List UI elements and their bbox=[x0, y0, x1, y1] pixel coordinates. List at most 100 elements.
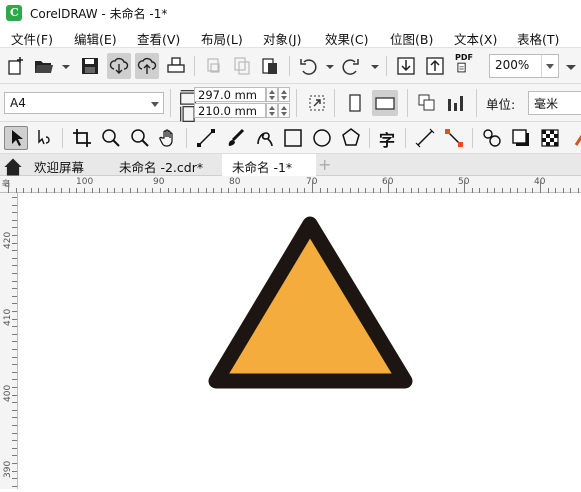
cloud-upload-icon[interactable] bbox=[135, 53, 159, 79]
import-icon[interactable] bbox=[395, 55, 417, 77]
current-page-icon[interactable] bbox=[445, 92, 467, 114]
ruler-tick bbox=[12, 455, 17, 457]
rectangle-tool-icon[interactable] bbox=[282, 127, 304, 149]
menu-view[interactable]: 查看(V) bbox=[137, 29, 180, 48]
ruler-tick bbox=[12, 311, 17, 312]
ruler-tick bbox=[12, 280, 17, 282]
copy-icon[interactable] bbox=[231, 55, 253, 77]
separator bbox=[186, 128, 187, 148]
drawing-surface bbox=[208, 216, 413, 389]
ruler-tick bbox=[12, 288, 17, 290]
document-tabs: 欢迎屏幕 未命名 -2.cdr* 未命名 -1* + bbox=[0, 154, 581, 176]
ruler-tick bbox=[12, 227, 17, 229]
menu-table[interactable]: 表格(T) bbox=[517, 29, 559, 48]
undo-dropdown-icon[interactable] bbox=[319, 55, 334, 77]
tab-label: 未命名 -2.cdr* bbox=[119, 160, 204, 175]
ruler-tick bbox=[12, 425, 17, 426]
pan-tool-icon[interactable] bbox=[157, 127, 179, 149]
export-icon[interactable] bbox=[424, 55, 446, 77]
open-folder-icon[interactable] bbox=[33, 55, 55, 77]
units-combo[interactable]: 毫米 bbox=[528, 91, 581, 115]
text-tool-icon[interactable]: 字 bbox=[377, 127, 399, 150]
save-icon[interactable] bbox=[79, 55, 101, 77]
undo-icon[interactable] bbox=[297, 55, 319, 77]
add-tab-icon[interactable]: + bbox=[318, 155, 331, 174]
page-size-combo[interactable]: A4 bbox=[4, 92, 164, 114]
separator bbox=[369, 128, 370, 148]
menu-object[interactable]: 对象(J) bbox=[263, 29, 301, 48]
spiral-tool-icon[interactable] bbox=[254, 127, 276, 149]
horizontal-ruler[interactable]: 亳 100 90 80 70 60 50 40 bbox=[0, 176, 581, 193]
separator bbox=[170, 89, 171, 117]
paste-icon[interactable] bbox=[259, 55, 281, 77]
shape-tool-icon[interactable] bbox=[34, 127, 56, 149]
width-spinner-alt[interactable] bbox=[278, 87, 290, 102]
tab-untitled-1[interactable]: 未命名 -1* bbox=[222, 154, 316, 176]
scale-page-icon[interactable] bbox=[306, 92, 328, 114]
portrait-icon[interactable] bbox=[344, 92, 366, 114]
connector-tool-icon[interactable] bbox=[443, 127, 465, 149]
eyedropper-tool-icon[interactable] bbox=[569, 127, 581, 149]
open-dropdown-icon[interactable] bbox=[55, 55, 70, 77]
ruler-tick bbox=[12, 432, 17, 434]
ellipse-tool-icon[interactable] bbox=[311, 127, 333, 149]
freehand-tool-icon[interactable] bbox=[195, 127, 217, 149]
zoom-level-combo[interactable]: 200% bbox=[489, 54, 559, 78]
height-spinner-alt[interactable] bbox=[278, 103, 290, 118]
blend-tool-icon[interactable] bbox=[481, 127, 503, 149]
dimension-tool-icon[interactable] bbox=[414, 127, 436, 149]
drawing-canvas[interactable] bbox=[18, 193, 581, 489]
ruler-tick bbox=[12, 326, 17, 328]
redo-icon[interactable] bbox=[340, 55, 362, 77]
new-document-icon[interactable] bbox=[5, 55, 27, 77]
width-spinner[interactable] bbox=[266, 87, 278, 102]
chevron-down-icon[interactable] bbox=[147, 93, 163, 113]
tab-welcome-screen[interactable]: 欢迎屏幕 bbox=[24, 154, 110, 176]
separator bbox=[289, 56, 290, 76]
print-icon[interactable] bbox=[165, 55, 187, 77]
separator bbox=[386, 56, 387, 76]
brush-tool-icon[interactable] bbox=[225, 127, 247, 149]
pick-tool-icon[interactable] bbox=[4, 126, 28, 150]
tab-untitled-2[interactable]: 未命名 -2.cdr* bbox=[110, 154, 220, 176]
crop-tool-icon[interactable] bbox=[71, 127, 93, 149]
ruler-tick bbox=[12, 409, 17, 411]
menu-bitmaps[interactable]: 位图(B) bbox=[390, 29, 433, 48]
menu-text[interactable]: 文本(X) bbox=[454, 29, 497, 48]
drop-shadow-tool-icon[interactable] bbox=[510, 127, 532, 149]
chevron-down-icon[interactable] bbox=[541, 55, 558, 77]
page-width-field[interactable]: 297.0 mm bbox=[194, 87, 266, 102]
transparency-tool-icon[interactable] bbox=[539, 127, 561, 149]
ruler-tick bbox=[12, 219, 17, 221]
menu-effects[interactable]: 效果(C) bbox=[325, 29, 368, 48]
ruler-tick bbox=[12, 295, 17, 297]
page-height-field[interactable]: 210.0 mm bbox=[194, 103, 266, 118]
zoom-dropdown-icon[interactable] bbox=[560, 55, 580, 77]
redo-dropdown-icon[interactable] bbox=[364, 55, 379, 77]
ruler-tick bbox=[12, 478, 17, 480]
landscape-icon[interactable] bbox=[372, 90, 398, 116]
height-spinner[interactable] bbox=[266, 103, 278, 118]
menu-file[interactable]: 文件(F) bbox=[11, 29, 53, 48]
menu-layout[interactable]: 布局(L) bbox=[201, 29, 243, 48]
ruler-tick bbox=[12, 318, 17, 320]
all-pages-icon[interactable] bbox=[416, 92, 438, 114]
home-icon[interactable] bbox=[2, 156, 22, 176]
triangle-shape[interactable] bbox=[208, 216, 413, 389]
polygon-tool-icon[interactable] bbox=[340, 127, 362, 149]
ruler-tick bbox=[12, 212, 17, 214]
cut-icon[interactable] bbox=[203, 55, 225, 77]
zoom-tool-icon[interactable] bbox=[100, 127, 122, 149]
page-height-icon bbox=[177, 103, 195, 122]
window-title: CorelDRAW - 未命名 -1* bbox=[30, 7, 168, 21]
standard-toolbar: PDF 200% bbox=[0, 48, 581, 84]
vertical-ruler[interactable]: 420 410 400 390 bbox=[0, 193, 18, 489]
page-width-value: 297.0 mm bbox=[198, 88, 257, 102]
zoom-out-tool-icon[interactable] bbox=[129, 127, 151, 149]
export-pdf-icon[interactable]: PDF bbox=[453, 53, 477, 79]
menu-edit[interactable]: 编辑(E) bbox=[74, 29, 117, 48]
ruler-tick bbox=[12, 364, 17, 366]
cloud-download-icon[interactable] bbox=[107, 53, 131, 79]
ruler-label: 80 bbox=[229, 177, 241, 187]
ruler-tick bbox=[12, 485, 17, 487]
